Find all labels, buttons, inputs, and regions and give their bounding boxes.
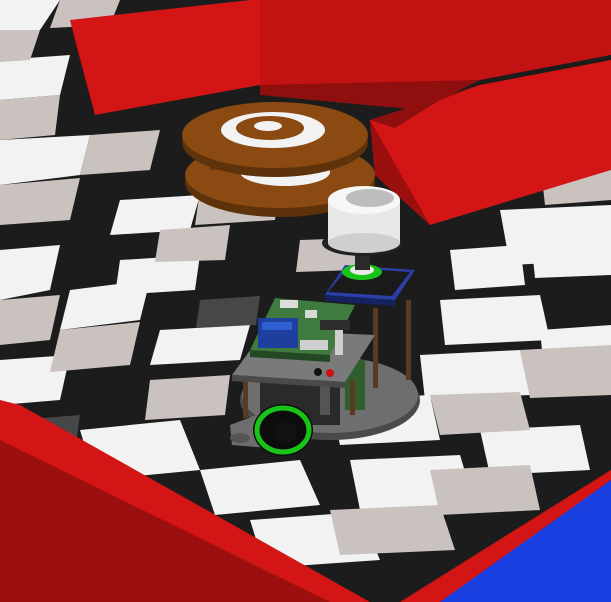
robot-lidar-sensor bbox=[322, 186, 402, 256]
game-scene bbox=[0, 0, 611, 602]
